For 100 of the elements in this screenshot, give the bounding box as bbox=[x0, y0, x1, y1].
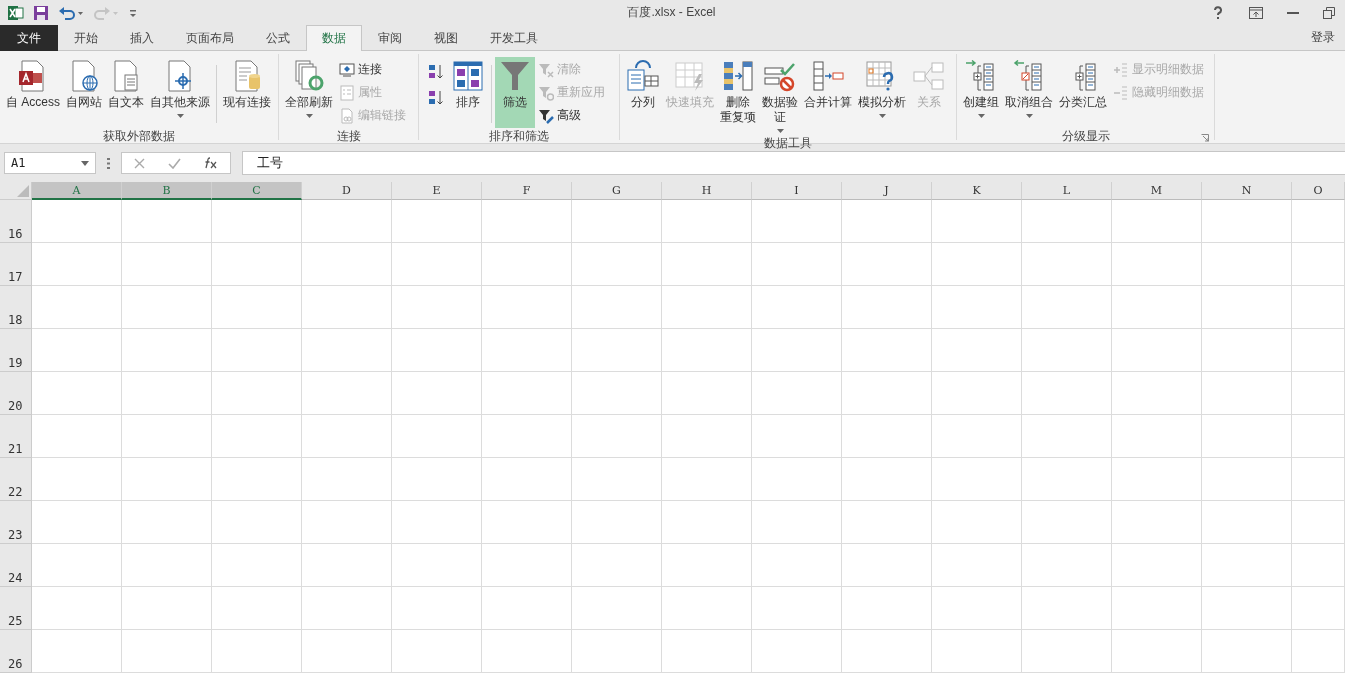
column-header[interactable]: L bbox=[1022, 182, 1112, 200]
caret-icon bbox=[305, 114, 313, 118]
funnel-icon bbox=[498, 60, 532, 92]
sort-ascending-icon[interactable] bbox=[428, 63, 444, 81]
group-label: 分级显示 bbox=[1061, 127, 1110, 145]
checkmark-icon[interactable] bbox=[168, 157, 181, 169]
grid-cell bbox=[1292, 286, 1345, 329]
help-icon[interactable] bbox=[1211, 5, 1225, 20]
ribbon-tab[interactable]: 数据 bbox=[306, 25, 362, 51]
chain-document-icon bbox=[339, 107, 355, 124]
ribbon-tab[interactable]: 公式 bbox=[250, 25, 306, 51]
properties-icon bbox=[339, 84, 355, 101]
ribbon-button[interactable]: 创建组 bbox=[960, 57, 1002, 128]
sort-letters-icon bbox=[451, 60, 485, 92]
ribbon-tab[interactable]: 开始 bbox=[58, 25, 114, 51]
grid-cell bbox=[1292, 501, 1345, 544]
column-header[interactable]: D bbox=[302, 182, 392, 200]
ribbon-button[interactable]: 分类汇总 bbox=[1056, 57, 1110, 128]
ribbon-button[interactable]: 删除 重复项 bbox=[717, 57, 759, 128]
ribbon-small-button[interactable]: 连接 bbox=[339, 59, 409, 80]
grid-cell bbox=[1292, 630, 1345, 673]
ribbon-tab[interactable]: 开发工具 bbox=[474, 25, 554, 51]
ribbon-button[interactable]: 全部刷新 bbox=[282, 57, 336, 128]
linked-tables-icon bbox=[912, 60, 946, 92]
grid-cell bbox=[1292, 415, 1345, 458]
plus-lines-icon bbox=[1113, 61, 1129, 78]
minus-lines-icon bbox=[1113, 84, 1129, 101]
name-box[interactable]: A1 bbox=[4, 152, 96, 174]
ribbon-tab[interactable]: 插入 bbox=[114, 25, 170, 51]
grid-cell bbox=[1292, 587, 1345, 630]
ribbon-button[interactable]: 模拟分析 bbox=[855, 57, 909, 128]
ribbon-button[interactable]: 排序 bbox=[448, 57, 488, 128]
row-header[interactable]: 20 bbox=[0, 372, 32, 415]
window-title: 百度.xlsx - Excel bbox=[626, 4, 717, 21]
function-icon[interactable] bbox=[204, 157, 219, 169]
ribbon-button[interactable]: 合并计算 bbox=[801, 57, 855, 128]
ribbon-button[interactable]: 现有连接 bbox=[220, 57, 274, 128]
ribbon-tab[interactable]: 页面布局 bbox=[170, 25, 250, 51]
ribbon-small-button[interactable]: 高级 bbox=[538, 105, 608, 126]
ribbon-button[interactable]: 取消组合 bbox=[1002, 57, 1056, 128]
ribbon-display-icon[interactable] bbox=[1249, 6, 1263, 19]
group-label: 连接 bbox=[336, 127, 361, 145]
column-header[interactable]: O bbox=[1292, 182, 1345, 200]
refresh-documents-icon bbox=[292, 60, 326, 92]
dialog-launcher-icon[interactable] bbox=[1201, 134, 1209, 142]
ribbon-tab[interactable]: 审阅 bbox=[362, 25, 418, 51]
ribbon-button[interactable]: 数据验 证 bbox=[759, 57, 801, 135]
caret-icon bbox=[776, 129, 784, 133]
row-header[interactable]: 17 bbox=[0, 243, 32, 286]
row-header[interactable]: 21 bbox=[0, 415, 32, 458]
spreadsheet-logo-icon bbox=[8, 4, 24, 21]
sign-in-link[interactable]: 登录 bbox=[1301, 25, 1345, 50]
grid-cell bbox=[1292, 372, 1345, 415]
formula-input[interactable]: 工号 bbox=[242, 151, 1345, 175]
caret-icon bbox=[878, 114, 886, 118]
split-columns-icon bbox=[626, 60, 660, 92]
ribbon-tab[interactable]: 视图 bbox=[418, 25, 474, 51]
column-header[interactable]: G bbox=[572, 182, 662, 200]
column-header[interactable]: H bbox=[662, 182, 752, 200]
sort-descending-icon[interactable] bbox=[428, 89, 444, 107]
grid-cell bbox=[1292, 200, 1345, 243]
group-label: 数据工具 bbox=[764, 134, 812, 152]
column-header[interactable]: I bbox=[752, 182, 842, 200]
grid-cell bbox=[1292, 544, 1345, 587]
row-header[interactable]: 19 bbox=[0, 329, 32, 372]
row-header[interactable]: 22 bbox=[0, 458, 32, 501]
funnel-clear-icon bbox=[538, 61, 554, 78]
column-header[interactable]: E bbox=[392, 182, 482, 200]
row-header[interactable]: 18 bbox=[0, 286, 32, 329]
grid-cell bbox=[1292, 458, 1345, 501]
row-header[interactable]: 25 bbox=[0, 587, 32, 630]
row-header[interactable]: 26 bbox=[0, 630, 32, 673]
save-icon[interactable] bbox=[33, 4, 49, 21]
column-header[interactable]: M bbox=[1112, 182, 1202, 200]
column-header[interactable]: B bbox=[122, 182, 212, 200]
undo-icon[interactable] bbox=[58, 4, 84, 21]
ribbon-button[interactable]: 自文本 bbox=[105, 57, 147, 128]
column-header[interactable]: N bbox=[1202, 182, 1292, 200]
funnel-pencil-icon bbox=[538, 107, 554, 124]
column-header[interactable]: F bbox=[482, 182, 572, 200]
column-header[interactable]: J bbox=[842, 182, 932, 200]
columns-arrow-icon bbox=[721, 60, 755, 92]
row-header[interactable]: 16 bbox=[0, 200, 32, 243]
dropdown-caret-icon bbox=[81, 160, 89, 166]
restore-icon[interactable] bbox=[1323, 6, 1335, 19]
row-header[interactable]: 24 bbox=[0, 544, 32, 587]
grid-cell bbox=[1292, 243, 1345, 286]
ribbon-button[interactable]: 分列 bbox=[623, 57, 663, 128]
row-header[interactable]: 23 bbox=[0, 501, 32, 544]
group-label: 获取外部数据 bbox=[103, 127, 175, 145]
caret-icon bbox=[1025, 114, 1033, 118]
ribbon-button[interactable]: 自 Access bbox=[3, 57, 63, 128]
column-header[interactable]: K bbox=[932, 182, 1022, 200]
grid-cell bbox=[1292, 329, 1345, 372]
ribbon-button[interactable]: 筛选 bbox=[495, 57, 535, 128]
more-dots-icon[interactable] bbox=[107, 157, 110, 169]
ribbon-tab[interactable]: 文件 bbox=[0, 25, 58, 51]
ribbon-button[interactable]: 自网站 bbox=[63, 57, 105, 128]
ribbon-button[interactable]: 自其他来源 bbox=[147, 57, 213, 128]
columns-merge-icon bbox=[811, 60, 845, 92]
